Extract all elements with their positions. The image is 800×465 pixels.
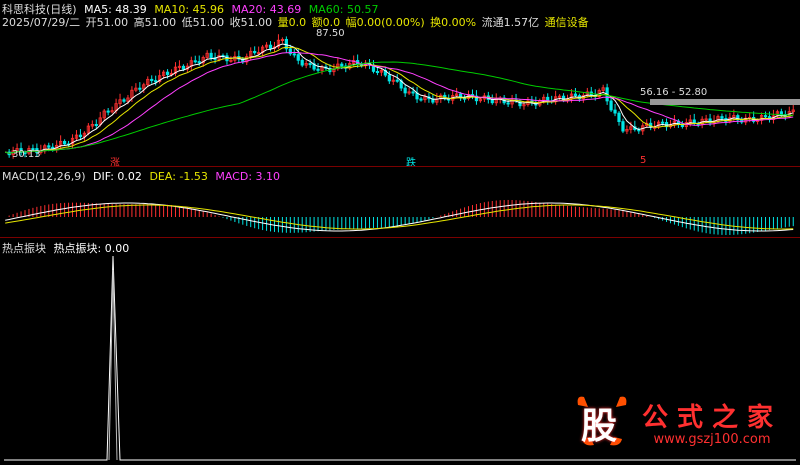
price-candle [660,121,665,124]
price-candle [94,123,98,126]
price-candle [518,100,522,107]
macd-value-label: MACD: 3.10 [215,170,281,183]
watermark-title: 公式之家 [641,403,782,433]
price-candle [122,99,126,102]
price-candle [613,109,617,114]
chart-canvas[interactable] [0,0,800,465]
price-candle [621,121,625,132]
price-candle [411,91,415,94]
price-candle [154,80,158,83]
price-candle [609,100,613,111]
hot-title[interactable]: 热点振块 [2,242,46,255]
price-candle [316,68,320,71]
dif-label: DIF: 0.02 [93,170,142,183]
price-candle [300,59,304,66]
price-candle [403,87,407,94]
price-candle [308,63,312,66]
low-price-mark: 30.13 [12,149,41,160]
panel-divider-2 [0,237,800,238]
watermark: 股 公式之家 www.gszj100.com [577,396,782,447]
price-candle [617,112,621,122]
panel-divider-1 [0,166,800,167]
hot-value-label: 热点振块: 0.00 [53,242,130,255]
watermark-url: www.gszj100.com [653,432,771,447]
price-candle [375,70,380,73]
macd-header: MACD(12,26,9) DIF: 0.02 DEA: -1.53 MACD:… [2,170,284,183]
price-candle [181,65,185,70]
dea-label: DEA: -1.53 [149,170,208,183]
price-candle [193,60,197,63]
price-candle [763,115,768,118]
price-candle [419,98,423,101]
price-candle [387,74,391,82]
price-candle [47,145,51,148]
price-candle [165,71,170,75]
price-candle [506,102,510,105]
hot-header: 热点振块 热点振块: 0.00 [2,240,133,256]
price-candle [63,140,67,145]
watermark-logo: 股 [574,393,630,449]
macd-title[interactable]: MACD(12,26,9) [2,170,86,183]
watermark-logo-text: 股 [580,405,617,447]
price-candle [138,87,142,90]
price-candle [292,53,296,56]
price-candle [253,50,257,54]
price-candle [296,54,300,61]
price-candle [340,63,344,67]
price-candle [197,61,201,64]
high-price-mark: 87.50 [316,28,345,39]
price-candle [720,116,724,119]
ma60-line [5,61,794,154]
range-label: 56.16 - 52.80 [640,87,708,98]
ma5-line [5,43,794,154]
price-candle [268,44,273,49]
price-candle [779,111,783,115]
price-candle [395,79,399,82]
price-candle [209,52,213,59]
price-candle [150,78,154,82]
price-candle [106,110,110,113]
event-badge: 5 [640,155,647,166]
price-candle [78,134,83,138]
range-band [650,99,800,105]
price-candle [573,93,578,96]
